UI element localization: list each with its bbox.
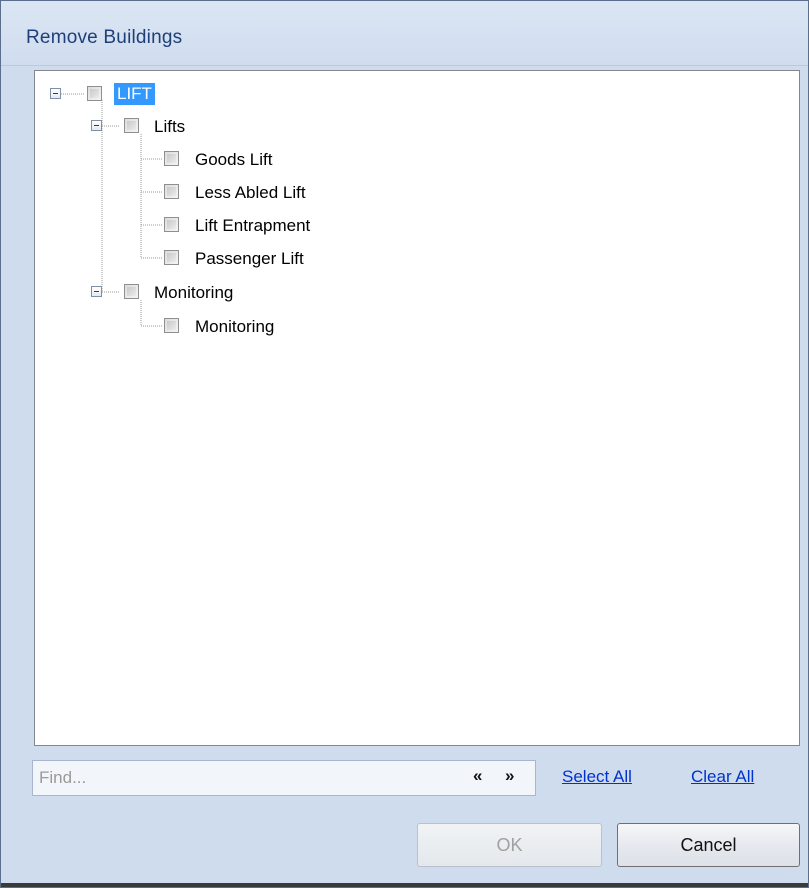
tree-node-less-abled-lift[interactable]: Less Abled Lift xyxy=(195,182,306,204)
tree-node-monitoring-group[interactable]: Monitoring xyxy=(154,282,233,304)
collapse-lift-toggle[interactable] xyxy=(50,88,61,99)
find-next-button[interactable]: » xyxy=(505,766,514,786)
clear-all-link[interactable]: Clear All xyxy=(691,767,754,787)
cancel-button[interactable]: Cancel xyxy=(617,823,800,867)
tree-node-lift-entrapment[interactable]: Lift Entrapment xyxy=(195,215,310,237)
tree-node-lifts[interactable]: Lifts xyxy=(154,116,185,138)
title-divider xyxy=(1,65,808,66)
monitoring-checkbox[interactable] xyxy=(164,318,179,333)
monitoring-group-checkbox[interactable] xyxy=(124,284,139,299)
tree-node-passenger-lift[interactable]: Passenger Lift xyxy=(195,248,304,270)
select-all-link[interactable]: Select All xyxy=(562,767,632,787)
collapse-lifts-toggle[interactable] xyxy=(91,120,102,131)
passenger-lift-checkbox[interactable] xyxy=(164,250,179,265)
find-input[interactable] xyxy=(39,767,459,789)
tree-node-goods-lift[interactable]: Goods Lift xyxy=(195,149,273,171)
find-previous-button[interactable]: « xyxy=(473,766,482,786)
dialog-window: Remove Buildings LIFT Lifts Goods Lift L… xyxy=(0,0,809,888)
goods-lift-checkbox[interactable] xyxy=(164,151,179,166)
lift-entrapment-checkbox[interactable] xyxy=(164,217,179,232)
building-tree[interactable]: LIFT Lifts Goods Lift Less Abled Lift Li… xyxy=(34,70,800,746)
window-bottom-edge xyxy=(1,883,808,887)
collapse-monitoring-toggle[interactable] xyxy=(91,286,102,297)
lifts-checkbox[interactable] xyxy=(124,118,139,133)
dialog-title: Remove Buildings xyxy=(26,27,183,48)
tree-node-monitoring[interactable]: Monitoring xyxy=(195,316,274,338)
tree-connector-lines xyxy=(61,93,162,327)
ok-button[interactable]: OK xyxy=(417,823,602,867)
find-box: « » xyxy=(32,760,536,796)
less-abled-lift-checkbox[interactable] xyxy=(164,184,179,199)
lift-checkbox[interactable] xyxy=(87,86,102,101)
tree-node-lift[interactable]: LIFT xyxy=(114,83,155,105)
